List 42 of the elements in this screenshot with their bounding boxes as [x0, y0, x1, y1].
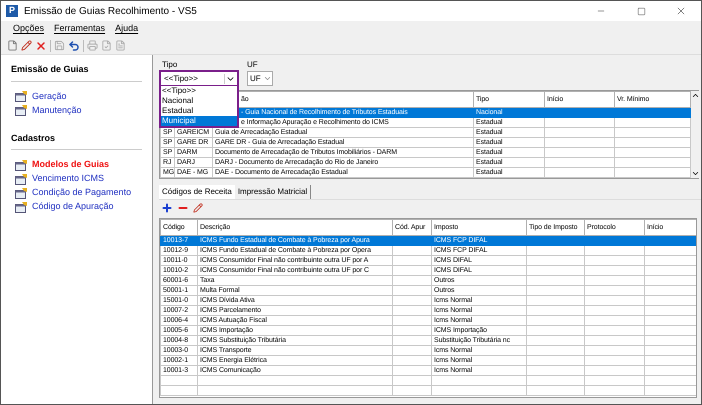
- scrollbar[interactable]: [691, 91, 700, 178]
- maximize-icon: [636, 6, 646, 16]
- add-icon[interactable]: [161, 202, 173, 214]
- close-icon: [675, 5, 687, 17]
- print-icon[interactable]: [87, 40, 98, 51]
- new-document-icon[interactable]: [7, 40, 18, 51]
- window-icon: [15, 105, 27, 116]
- sidebar-link[interactable]: Vencimento ICMS: [32, 172, 104, 186]
- menu-item[interactable]: Ferramentas: [54, 22, 106, 36]
- state-dropdown[interactable]: UF: [247, 71, 273, 86]
- window-icon: [15, 174, 27, 184]
- sidebar-link[interactable]: Geração: [32, 90, 67, 104]
- tab[interactable]: Códigos de Receita: [159, 185, 235, 199]
- chevron-down-icon: [224, 74, 236, 84]
- delete-icon[interactable]: [35, 40, 47, 52]
- type-dropdown[interactable]: <<Tipo>>: [159, 70, 239, 87]
- field-label: UF: [247, 59, 259, 70]
- save-icon[interactable]: [54, 40, 65, 51]
- sidebar-link[interactable]: Código de Apuração: [32, 200, 114, 214]
- scroll-up-icon[interactable]: [691, 91, 700, 100]
- menu-item[interactable]: Opções: [13, 22, 44, 36]
- window-icon: [15, 91, 27, 102]
- window-icon: [15, 202, 27, 212]
- sidebar-link[interactable]: Condição de Pagamento: [32, 186, 132, 200]
- document-icon[interactable]: [115, 40, 126, 51]
- window-icon: [15, 188, 27, 198]
- document-check-icon[interactable]: [101, 40, 112, 51]
- sidebar-link[interactable]: Manutenção: [32, 104, 82, 118]
- pencil-icon[interactable]: [193, 203, 203, 213]
- dropdown-option[interactable]: Municipal: [161, 116, 237, 126]
- sidebar-link[interactable]: Modelos de Guias: [32, 158, 110, 172]
- window-title: Emissão de Guias Recolhimento - VS5: [24, 4, 197, 18]
- section-title: Emissão de Guias: [11, 63, 142, 82]
- app-logo: P: [6, 5, 18, 17]
- pencil-icon[interactable]: [21, 40, 32, 51]
- section-title: Cadastros: [11, 132, 142, 150]
- field-label: Tipo: [161, 59, 178, 70]
- chevron-down-icon: [263, 74, 272, 83]
- menu-item[interactable]: Ajuda: [115, 22, 138, 36]
- scroll-down-icon[interactable]: [691, 169, 700, 178]
- undo-icon[interactable]: [68, 40, 80, 52]
- window-icon: [15, 160, 27, 170]
